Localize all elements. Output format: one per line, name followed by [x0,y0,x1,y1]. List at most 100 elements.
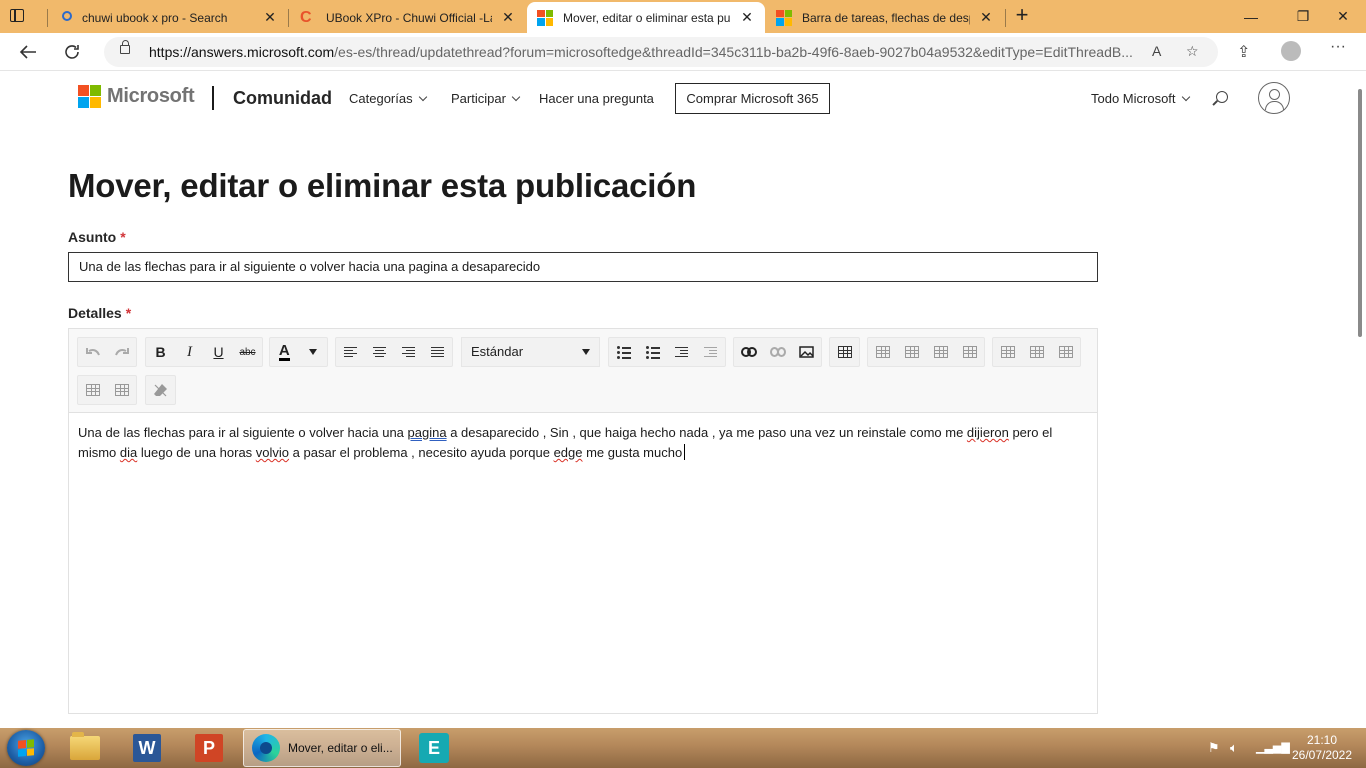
search-icon[interactable] [1216,91,1228,103]
taskbar-evernote[interactable]: E [407,731,461,765]
insert-table-button[interactable] [830,338,859,366]
row-below-icon [904,346,919,358]
delete-column-button[interactable] [1022,338,1051,366]
scrollbar-thumb[interactable] [1358,89,1362,337]
bold-button[interactable]: B [146,338,175,366]
clear-formatting-button[interactable] [146,376,175,404]
nav-categorias[interactable]: Categorías [349,91,427,106]
split-cells-button[interactable] [107,376,136,404]
insert-row-below-button[interactable] [897,338,926,366]
minimize-button[interactable]: — [1228,0,1274,33]
action-center-flag-icon[interactable]: ⚑ [1208,740,1220,756]
community-link[interactable]: Comunidad [233,88,332,109]
share-icon[interactable]: ⇪ [1237,42,1250,62]
brand-name[interactable]: Microsoft [107,85,195,108]
buy-microsoft-365-button[interactable]: Comprar Microsoft 365 [675,83,830,114]
underline-button[interactable]: U [204,338,233,366]
read-aloud-icon[interactable]: A [1152,43,1161,59]
insert-column-left-button[interactable] [926,338,955,366]
outdent-button[interactable] [696,338,725,366]
taskbar-word[interactable]: W [120,731,174,765]
font-color-dropdown[interactable] [299,338,328,366]
tab-separator [1005,9,1006,27]
close-tab-icon[interactable]: ✕ [262,9,278,26]
refresh-icon [65,45,79,59]
font-style-select[interactable]: Estándar [461,337,600,367]
undo-button[interactable] [78,338,107,366]
editor-content[interactable]: Una de las flechas para ir al siguiente … [78,423,1088,463]
tab-active-edit-post[interactable]: Mover, editar o eliminar esta pub ✕ [527,2,765,33]
unlink-button[interactable] [763,338,792,366]
column-left-icon [933,346,948,358]
nav-hacer-pregunta[interactable]: Hacer una pregunta [539,91,654,106]
align-center-button[interactable] [365,338,394,366]
tab-chuwi[interactable]: C UBook XPro - Chuwi Official -Lap ✕ [290,2,526,33]
eraser-icon [154,384,167,397]
url-text[interactable]: https://answers.microsoft.com/es-es/thre… [149,44,1154,60]
redo-button[interactable] [107,338,136,366]
merge-cells-button[interactable] [78,376,107,404]
lock-icon[interactable] [120,40,130,54]
more-options-icon[interactable]: ··· [1330,38,1346,56]
column-right-icon [962,346,977,358]
taskbar-powerpoint[interactable]: P [182,731,236,765]
insert-link-button[interactable] [734,338,763,366]
microsoft-logo-icon[interactable] [78,85,101,108]
align-right-icon [402,346,415,358]
delete-row-button[interactable] [993,338,1022,366]
url-field[interactable]: https://answers.microsoft.com/es-es/thre… [104,37,1218,67]
volume-icon[interactable]: 🔈︎ [1230,740,1238,756]
insert-group [733,337,822,367]
align-group [335,337,453,367]
back-arrow-icon [19,45,36,59]
indent-button[interactable] [667,338,696,366]
list-group [608,337,726,367]
close-window-button[interactable]: ✕ [1320,0,1366,33]
add-favorite-icon[interactable]: ☆ [1186,43,1199,60]
insert-row-above-button[interactable] [868,338,897,366]
subject-input[interactable]: Una de las flechas para ir al siguiente … [68,252,1098,282]
rich-text-editor: B I U abc A Estándar Una de las flechas … [68,328,1098,714]
microsoft-logo-icon [537,9,553,26]
account-avatar-icon[interactable] [1258,82,1290,114]
justify-button[interactable] [423,338,452,366]
insert-column-right-button[interactable] [955,338,984,366]
start-button[interactable] [7,730,45,766]
close-tab-icon[interactable]: ✕ [978,9,994,26]
close-tab-icon[interactable]: ✕ [500,9,516,26]
font-color-button[interactable]: A [270,338,299,366]
numbered-list-icon [616,346,631,359]
page-scrollbar[interactable] [1355,71,1366,728]
table-group [829,337,860,367]
align-left-button[interactable] [336,338,365,366]
refresh-button[interactable] [58,39,86,65]
taskbar-file-explorer[interactable] [58,731,112,765]
strikethrough-button[interactable]: abc [233,338,262,366]
system-clock[interactable]: 21:10 26/07/2022 [1282,733,1362,763]
all-microsoft-menu[interactable]: Todo Microsoft [1091,91,1190,106]
font-style-value: Estándar [471,344,524,359]
tab-title: chuwi ubook x pro - Search [82,10,228,25]
divider [212,86,214,110]
dropdown-arrow-icon [308,349,317,355]
align-right-button[interactable] [394,338,423,366]
profile-icon[interactable] [1281,41,1301,61]
close-tab-icon[interactable]: ✕ [739,9,755,26]
nav-participar[interactable]: Participar [451,91,521,106]
details-label: Detalles * [68,305,131,321]
delete-table-button[interactable] [1051,338,1080,366]
italic-button[interactable]: I [175,338,204,366]
new-tab-button[interactable]: + [1010,4,1034,28]
taskbar-edge-window[interactable]: Mover, editar o eli... [243,729,401,767]
tab-taskbar-arrows[interactable]: Barra de tareas, flechas de despl ✕ [766,2,1004,33]
editor-toolbar: B I U abc A Estándar [69,329,1097,413]
back-button[interactable] [14,39,42,65]
numbered-list-button[interactable] [609,338,638,366]
chevron-down-icon [418,92,427,102]
tab-actions-icon[interactable] [8,7,28,25]
insert-image-button[interactable] [792,338,821,366]
bullet-list-button[interactable] [638,338,667,366]
tab-search[interactable]: chuwi ubook x pro - Search ✕ [50,2,288,33]
search-icon [62,11,72,21]
url-path: /es-es/thread/updatethread?forum=microso… [334,44,1133,60]
